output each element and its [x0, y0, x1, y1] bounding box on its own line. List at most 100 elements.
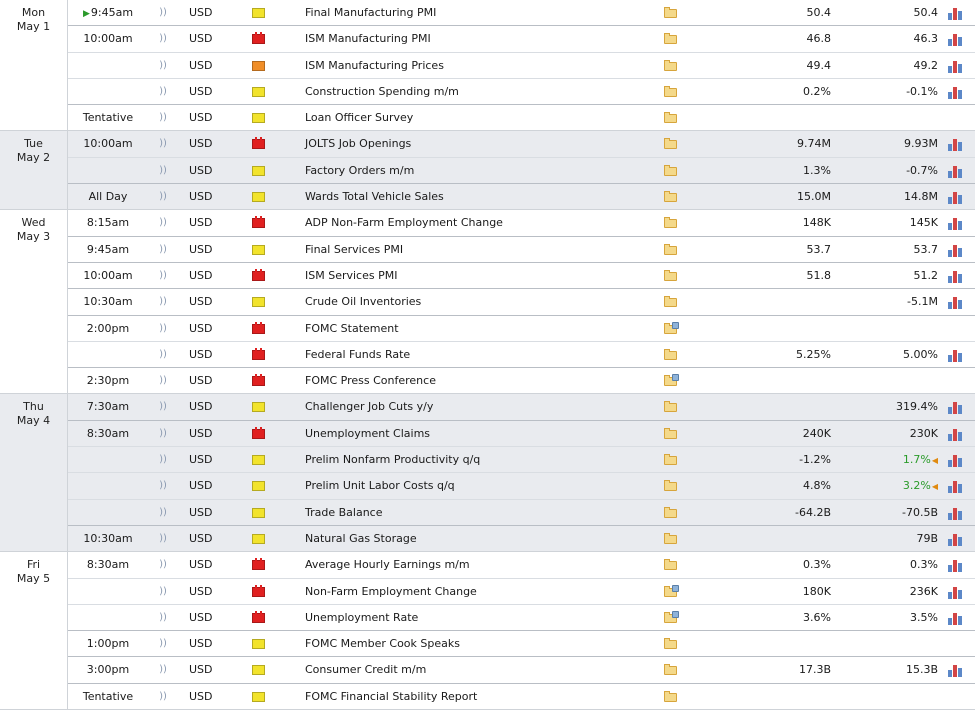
signal-icon[interactable]: )): [157, 26, 169, 51]
event-row[interactable]: 9:45am)) USD Final Services PMI 53.7 53.7: [68, 237, 975, 263]
event-row[interactable]: 8:30am)) USD Unemployment Claims 240K 230K: [68, 421, 975, 448]
event-row[interactable]: 3:00pm)) USD Consumer Credit m/m 17.3B 15.3B: [68, 657, 975, 684]
event-detail-button[interactable]: [664, 638, 677, 650]
bar-chart-icon[interactable]: [948, 32, 963, 47]
event-title[interactable]: Challenger Job Cuts y/y: [305, 394, 645, 419]
bar-chart-icon[interactable]: [948, 663, 963, 678]
event-row[interactable]: )) USD Federal Funds Rate 5.25% 5.00%: [68, 342, 975, 369]
event-detail-button[interactable]: [664, 112, 677, 124]
event-detail-button[interactable]: [664, 506, 677, 518]
event-title[interactable]: Prelim Nonfarm Productivity q/q: [305, 447, 645, 472]
bar-chart-icon[interactable]: [948, 611, 963, 625]
event-title[interactable]: FOMC Press Conference: [305, 368, 645, 393]
event-row[interactable]: 10:30am)) USD Natural Gas Storage 79B: [68, 526, 975, 551]
signal-icon[interactable]: )): [157, 79, 169, 104]
event-row[interactable]: 10:30am)) USD Crude Oil Inventories -5.1M: [68, 289, 975, 316]
event-detail-button[interactable]: [664, 559, 677, 571]
event-row[interactable]: )) USD Trade Balance -64.2B -70.5B: [68, 500, 975, 526]
event-title[interactable]: Federal Funds Rate: [305, 342, 645, 367]
event-title[interactable]: Factory Orders m/m: [305, 158, 645, 183]
event-title[interactable]: FOMC Statement: [305, 316, 645, 341]
event-row[interactable]: 10:00am)) USD ISM Services PMI 51.8 51.2: [68, 263, 975, 290]
event-detail-button[interactable]: [664, 296, 677, 308]
event-detail-button[interactable]: [664, 454, 677, 466]
event-title[interactable]: JOLTS Job Openings: [305, 131, 645, 156]
event-row[interactable]: Tentative)) USD Loan Officer Survey: [68, 105, 975, 130]
signal-icon[interactable]: )): [157, 53, 169, 78]
event-row[interactable]: 2:30pm)) USD FOMC Press Conference: [68, 368, 975, 393]
event-detail-button[interactable]: [664, 374, 679, 387]
signal-icon[interactable]: )): [157, 210, 169, 235]
event-title[interactable]: ADP Non-Farm Employment Change: [305, 210, 645, 235]
event-detail-button[interactable]: [664, 690, 677, 702]
bar-chart-icon[interactable]: [948, 269, 963, 283]
event-title[interactable]: Unemployment Rate: [305, 605, 645, 630]
signal-icon[interactable]: )): [157, 184, 169, 209]
event-row[interactable]: )) USD Unemployment Rate 3.6% 3.5%: [68, 605, 975, 632]
event-detail-button[interactable]: [664, 269, 677, 281]
event-detail-button[interactable]: [664, 532, 677, 544]
event-row[interactable]: )) USD Prelim Unit Labor Costs q/q 4.8% 3.2%…: [68, 473, 975, 500]
event-title[interactable]: Final Manufacturing PMI: [305, 0, 645, 25]
event-title[interactable]: Trade Balance: [305, 500, 645, 525]
event-title[interactable]: Prelim Unit Labor Costs q/q: [305, 473, 645, 498]
event-title[interactable]: Natural Gas Storage: [305, 526, 645, 551]
event-title[interactable]: ISM Services PMI: [305, 263, 645, 288]
signal-icon[interactable]: )): [157, 316, 169, 341]
event-detail-button[interactable]: [664, 191, 677, 203]
signal-icon[interactable]: )): [157, 105, 169, 130]
event-row[interactable]: ▶9:45am)) USD Final Manufacturing PMI 50.4 5…: [68, 0, 975, 27]
event-row[interactable]: )) USD Factory Orders m/m 1.3% -0.7%: [68, 158, 975, 185]
signal-icon[interactable]: )): [157, 368, 169, 393]
event-row[interactable]: 10:00am)) USD JOLTS Job Openings 9.74M 9.93M: [68, 131, 975, 158]
signal-icon[interactable]: )): [157, 131, 169, 156]
bar-chart-icon[interactable]: [948, 164, 963, 178]
signal-icon[interactable]: )): [157, 237, 169, 262]
signal-icon[interactable]: )): [157, 263, 169, 288]
signal-icon[interactable]: )): [157, 552, 169, 577]
event-detail-button[interactable]: [664, 664, 677, 676]
bar-chart-icon[interactable]: [948, 137, 963, 152]
bar-chart-icon[interactable]: [948, 427, 963, 441]
signal-icon[interactable]: )): [157, 526, 169, 551]
event-title[interactable]: Construction Spending m/m: [305, 79, 645, 104]
signal-icon[interactable]: )): [157, 605, 169, 630]
signal-icon[interactable]: )): [157, 289, 169, 314]
event-title[interactable]: Final Services PMI: [305, 237, 645, 262]
event-detail-button[interactable]: [664, 33, 677, 45]
bar-chart-icon[interactable]: [948, 59, 963, 73]
event-detail-button[interactable]: [664, 59, 677, 71]
event-row[interactable]: 1:00pm)) USD FOMC Member Cook Speaks: [68, 631, 975, 658]
event-title[interactable]: ISM Manufacturing PMI: [305, 26, 645, 51]
event-row[interactable]: )) USD Construction Spending m/m 0.2% -0.1%: [68, 79, 975, 106]
signal-icon[interactable]: )): [157, 579, 169, 604]
event-title[interactable]: Consumer Credit m/m: [305, 657, 645, 682]
event-title[interactable]: Unemployment Claims: [305, 421, 645, 446]
bar-chart-icon[interactable]: [948, 85, 963, 99]
event-title[interactable]: Crude Oil Inventories: [305, 289, 645, 314]
bar-chart-icon[interactable]: [948, 532, 963, 546]
event-detail-button[interactable]: [664, 610, 679, 623]
signal-icon[interactable]: )): [157, 0, 169, 25]
event-detail-button[interactable]: [664, 7, 677, 18]
signal-icon[interactable]: )): [157, 421, 169, 446]
event-detail-button[interactable]: [664, 85, 677, 97]
event-title[interactable]: ISM Manufacturing Prices: [305, 53, 645, 78]
bar-chart-icon[interactable]: [948, 400, 963, 415]
event-title[interactable]: Wards Total Vehicle Sales: [305, 184, 645, 209]
event-title[interactable]: Average Hourly Earnings m/m: [305, 552, 645, 577]
event-title[interactable]: FOMC Member Cook Speaks: [305, 631, 645, 656]
bar-chart-icon[interactable]: [948, 558, 963, 573]
event-detail-button[interactable]: [664, 321, 679, 334]
event-detail-button[interactable]: [664, 401, 677, 413]
event-title[interactable]: Loan Officer Survey: [305, 105, 645, 130]
signal-icon[interactable]: )): [157, 447, 169, 472]
event-row[interactable]: All Day)) USD Wards Total Vehicle Sales 15.…: [68, 184, 975, 209]
bar-chart-icon[interactable]: [948, 453, 963, 468]
signal-icon[interactable]: )): [157, 631, 169, 656]
signal-icon[interactable]: )): [157, 394, 169, 419]
signal-icon[interactable]: )): [157, 473, 169, 498]
bar-chart-icon[interactable]: [948, 348, 963, 362]
event-row[interactable]: )) USD ISM Manufacturing Prices 49.4 49.2: [68, 53, 975, 79]
event-detail-button[interactable]: [664, 348, 677, 360]
